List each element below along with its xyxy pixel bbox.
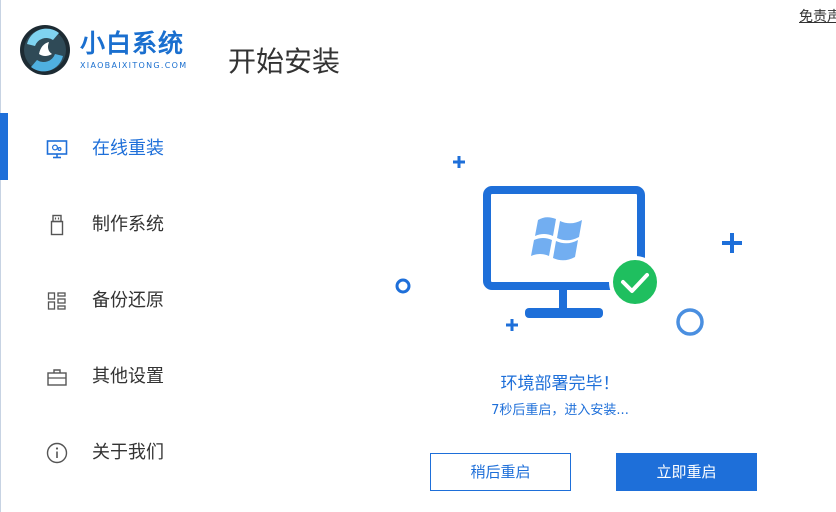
plus-icon [453, 156, 465, 168]
checkmark-icon [609, 256, 661, 308]
decor-ring-icon [395, 278, 411, 294]
status-title: 环境部署完毕！ [500, 374, 620, 394]
windows-monitor-illustration [395, 156, 742, 336]
restart-now-button[interactable]: 立即重启 [616, 453, 757, 491]
sidebar-item-label: 在线重装 [92, 138, 164, 159]
sidebar-item-backup-restore[interactable]: 备份还原 [0, 276, 220, 326]
page-title: 开始安装 [228, 45, 341, 78]
decor-ring-icon [676, 308, 704, 336]
plus-icon [722, 233, 742, 253]
windows-logo-icon [531, 217, 582, 261]
briefcase-icon [47, 369, 67, 386]
info-icon [46, 442, 68, 464]
sidebar-item-other-settings[interactable]: 其他设置 [0, 352, 220, 402]
plus-icon [506, 319, 518, 331]
monitor-icon [46, 140, 68, 159]
logo-icon [20, 25, 70, 75]
status-countdown: 7秒后重启，进入安装... [491, 403, 629, 418]
brand-subtitle: XIAOBAIXITONG.COM [80, 61, 188, 70]
disclaimer-link[interactable]: 免责声 [799, 6, 836, 26]
sidebar-item-label: 备份还原 [92, 290, 164, 311]
sidebar-item-online-reinstall[interactable]: 在线重装 [0, 124, 220, 174]
sidebar-item-label: 关于我们 [92, 442, 164, 463]
sidebar-item-about-us[interactable]: 关于我们 [0, 428, 220, 478]
brand-name: 小白系统 [80, 29, 185, 58]
sidebar-item-label: 制作系统 [92, 214, 164, 235]
sidebar-item-make-system[interactable]: 制作系统 [0, 200, 220, 250]
sidebar-item-label: 其他设置 [92, 366, 164, 387]
backup-grid-icon [47, 292, 66, 310]
usb-drive-icon [50, 214, 64, 236]
restart-later-button[interactable]: 稍后重启 [430, 453, 571, 491]
